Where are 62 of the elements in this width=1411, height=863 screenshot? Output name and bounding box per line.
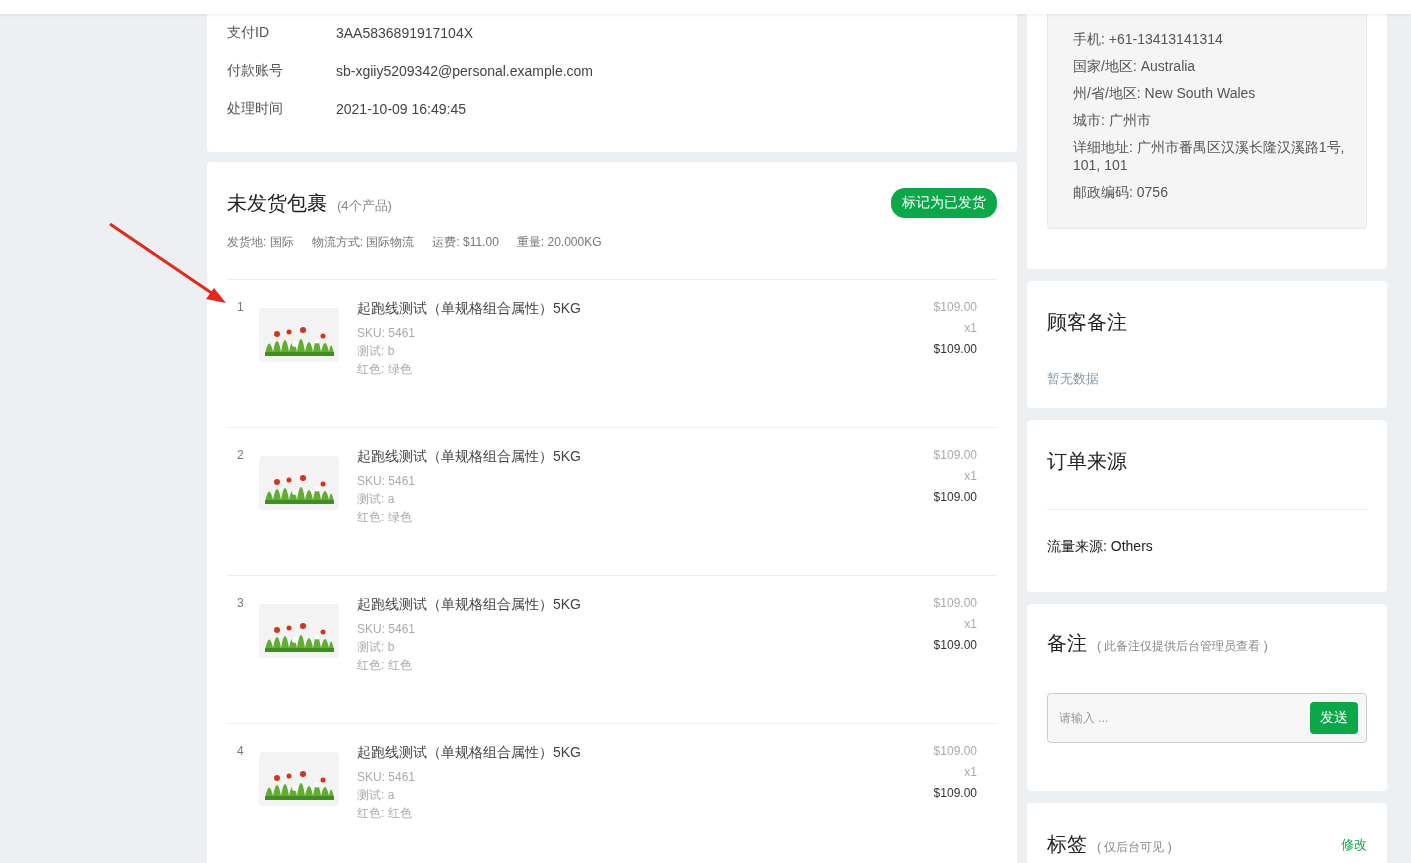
product-attribute: 红色: 红色 (357, 805, 413, 822)
remark-input[interactable]: 请输入 ... 发送 (1047, 693, 1367, 743)
product-attribute: 红色: 绿色 (357, 361, 413, 378)
product-name: 起跑线测试（单规格组合属性）5KG (357, 448, 582, 466)
field-value: 2021-10-09 16:49:45 (336, 101, 466, 117)
address-line: 州/省/地区: New South Wales (1073, 84, 1257, 102)
product-attribute: SKU: 5461 (357, 769, 417, 786)
address-line: 邮政编码: 0756 (1073, 183, 1169, 201)
section-title: 备注 (1047, 631, 1087, 656)
section-title: 标签 (1047, 832, 1087, 857)
traffic-source: 流量来源: Others (1047, 538, 1154, 556)
address-line: 城市: 广州市 (1073, 111, 1152, 129)
product-attribute: 红色: 绿色 (357, 509, 413, 526)
shipping-info: 发货地: 国际 (227, 234, 294, 251)
unit-price: $109.00 (933, 448, 977, 462)
field-value: sb-xgiiy5209342@personal.example.com (336, 63, 594, 79)
product-attribute: SKU: 5461 (357, 621, 417, 638)
section-title: 顾客备注 (1047, 310, 1128, 335)
product-attribute: SKU: 5461 (357, 325, 417, 342)
product-attribute: 测试: a (357, 491, 396, 508)
shipping-info: 物流方式: 国际物流 (311, 234, 415, 251)
unit-price: $109.00 (933, 300, 977, 314)
mark-shipped-button[interactable]: 标记为已发货 (891, 188, 997, 218)
product-name: 起跑线测试（单规格组合属性）5KG (357, 596, 582, 614)
field-value: 3AA5836891917104X (336, 25, 474, 41)
address-line: 详细地址: 广州市番禺区汉溪长隆汉溪路1号, 101, 101 (1073, 138, 1346, 174)
empty-text: 暂无数据 (1047, 370, 1100, 388)
product-attribute: 红色: 红色 (357, 657, 413, 674)
section-hint: ( 此备注仅提供后台管理员查看 ) (1097, 638, 1268, 655)
section-hint: ( 仅后台可见 ) (1097, 839, 1172, 856)
field-label: 处理时间 (227, 100, 284, 118)
quantity: x1 (964, 765, 977, 779)
product-attribute: 测试: b (357, 639, 396, 656)
section-title: 未发货包裹 (227, 190, 327, 216)
address-line: 国家/地区: Australia (1073, 57, 1197, 75)
product-name: 起跑线测试（单规格组合属性）5KG (357, 744, 582, 762)
quantity: x1 (964, 617, 977, 631)
shipping-info: 重量: 20.000KG (516, 234, 602, 251)
unit-price: $109.00 (933, 744, 977, 758)
quantity: x1 (964, 469, 977, 483)
quantity: x1 (964, 321, 977, 335)
product-name: 起跑线测试（单规格组合属性）5KG (357, 300, 582, 318)
line-total: $109.00 (933, 638, 977, 652)
product-attribute: 测试: b (357, 343, 396, 360)
item-index: 3 (236, 596, 245, 612)
field-label: 支付ID (227, 24, 270, 42)
line-total: $109.00 (933, 490, 977, 504)
shipping-info: 运费: $11.00 (432, 234, 499, 251)
item-index: 1 (236, 300, 245, 316)
product-attribute: SKU: 5461 (357, 473, 417, 490)
line-total: $109.00 (933, 342, 977, 356)
line-total: $109.00 (933, 786, 977, 800)
section-title: 订单来源 (1047, 449, 1128, 474)
address-line: 手机: +61-13413141314 (1073, 30, 1224, 48)
edit-link[interactable]: 修改 (1341, 835, 1367, 854)
unit-price: $109.00 (933, 596, 977, 610)
send-button[interactable]: 发送 (1310, 702, 1358, 734)
product-count: (4个产品) (337, 196, 392, 215)
item-index: 4 (236, 744, 245, 760)
field-label: 付款账号 (227, 62, 284, 80)
product-attribute: 测试: a (357, 787, 396, 804)
item-index: 2 (236, 448, 245, 464)
